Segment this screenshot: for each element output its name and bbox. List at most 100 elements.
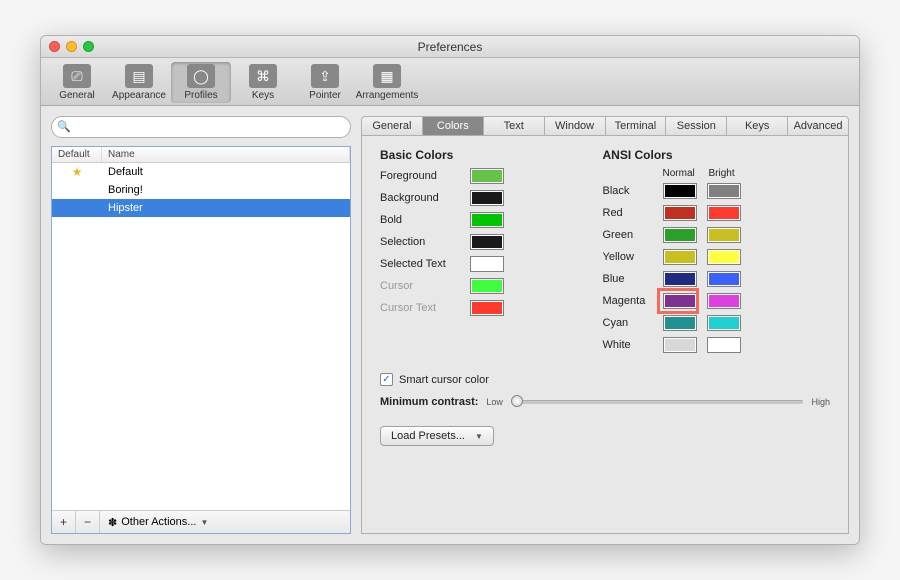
slider-thumb[interactable] [511,395,523,407]
tab-advanced[interactable]: Advanced [788,117,848,135]
add-profile-button[interactable]: + [52,511,76,533]
toolbar-keys[interactable]: ⌘Keys [233,62,293,103]
tab-session[interactable]: Session [666,117,727,135]
ansi-color-row: Green [603,227,831,243]
toolbar-label: Pointer [309,90,341,101]
profile-row[interactable]: ★Default [52,163,350,181]
toolbar-label: Profiles [184,90,217,101]
search-input[interactable] [51,116,351,138]
basic-color-label: Bold [380,214,470,226]
ansi-bright-swatch[interactable] [707,315,741,331]
toolbar-appearance[interactable]: ▤Appearance [109,62,169,103]
ansi-colors-title: ANSI Colors [603,148,831,162]
chevron-down-icon: ▼ [200,518,208,527]
toolbar-general[interactable]: ⎚ General [47,62,107,103]
ansi-color-label: Green [603,229,663,241]
basic-color-label: Background [380,192,470,204]
remove-profile-button[interactable]: − [76,511,100,533]
ansi-bright-swatch[interactable] [707,227,741,243]
settings-tabs: GeneralColorsTextWindowTerminalSessionKe… [361,116,849,136]
ansi-normal-swatch[interactable] [663,205,697,221]
ansi-bright-swatch[interactable] [707,271,741,287]
ansi-normal-swatch[interactable] [663,271,697,287]
profiles-icon: ◯ [187,64,215,88]
color-swatch[interactable] [470,278,504,294]
color-swatch[interactable] [470,256,504,272]
contrast-row: Minimum contrast: Low High [380,396,830,408]
color-swatch[interactable] [470,300,504,316]
profile-list-footer: + − ✽ Other Actions... ▼ [52,510,350,533]
contrast-high: High [811,397,830,407]
load-presets-row: Load Presets... ▼ [380,426,830,446]
toolbar-arrangements[interactable]: ▦Arrangements [357,62,417,103]
star-icon: ★ [72,165,83,179]
ansi-color-label: Black [603,185,663,197]
ansi-bright-swatch[interactable] [707,293,741,309]
basic-color-row: Cursor [380,278,573,294]
ansi-color-label: Yellow [603,251,663,263]
ansi-color-label: Magenta [603,295,663,307]
preferences-window: Preferences ⎚ General ▤Appearance ◯ Profiles… [40,35,860,545]
profile-row[interactable]: Boring! [52,181,350,199]
basic-colors-section: Basic Colors ForegroundBackgroundBoldSel… [380,148,573,359]
basic-color-label: Selection [380,236,470,248]
basic-color-row: Bold [380,212,573,228]
ansi-bright-label: Bright [709,168,755,179]
color-swatch[interactable] [470,168,504,184]
tab-colors[interactable]: Colors [423,117,484,135]
load-presets-button[interactable]: Load Presets... ▼ [380,426,494,446]
profile-name: Boring! [102,184,350,196]
smart-cursor-checkbox[interactable]: ✓ [380,373,393,386]
basic-color-label: Foreground [380,170,470,182]
ansi-colors-section: ANSI Colors Normal Bright BlackRedGreenY… [603,148,831,359]
col-default[interactable]: Default [52,147,102,162]
keys-icon: ⌘ [249,64,277,88]
window-title: Preferences [41,40,859,54]
color-swatch[interactable] [470,212,504,228]
basic-color-row: Selection [380,234,573,250]
toolbar-profiles[interactable]: ◯ Profiles [171,62,231,103]
ansi-normal-swatch[interactable] [663,315,697,331]
color-swatch[interactable] [470,234,504,250]
ansi-bright-swatch[interactable] [707,183,741,199]
ansi-bright-swatch[interactable] [707,249,741,265]
other-actions-dropdown[interactable]: ✽ Other Actions... ▼ [100,511,350,533]
basic-color-label: Cursor [380,280,470,292]
ansi-normal-swatch[interactable] [663,337,697,353]
ansi-normal-swatch[interactable] [663,249,697,265]
arrangements-icon: ▦ [373,64,401,88]
tab-text[interactable]: Text [484,117,545,135]
other-actions-label: Other Actions... [121,516,196,528]
appearance-icon: ▤ [125,64,153,88]
ansi-header: Normal Bright [603,168,831,179]
contrast-slider[interactable] [511,400,804,404]
basic-color-row: Foreground [380,168,573,184]
tab-window[interactable]: Window [545,117,606,135]
general-icon: ⎚ [63,64,91,88]
ansi-bright-swatch[interactable] [707,205,741,221]
profile-row[interactable]: Hipster [52,199,350,217]
ansi-normal-swatch[interactable] [663,227,697,243]
body: 🔍 Default Name ★DefaultBoring!Hipster + … [41,106,859,544]
ansi-normal-swatch[interactable] [663,183,697,199]
load-presets-label: Load Presets... [391,430,465,442]
smart-cursor-label: Smart cursor color [399,374,489,386]
profile-list-header: Default Name [52,147,350,163]
ansi-color-label: Blue [603,273,663,285]
main-toolbar: ⎚ General ▤Appearance ◯ Profiles ⌘Keys⇪Pointe… [41,58,859,106]
toolbar-pointer[interactable]: ⇪Pointer [295,62,355,103]
tab-general[interactable]: General [362,117,423,135]
profile-rows: ★Default Boring! Hipster [52,163,350,510]
profile-list: Default Name ★DefaultBoring!Hipster + − … [51,146,351,534]
profile-search: 🔍 [51,116,351,138]
profile-default-star: ★ [52,165,102,179]
tab-terminal[interactable]: Terminal [606,117,667,135]
ansi-bright-swatch[interactable] [707,337,741,353]
tab-keys[interactable]: Keys [727,117,788,135]
color-swatch[interactable] [470,190,504,206]
gear-icon: ✽ [108,516,117,529]
titlebar: Preferences [41,36,859,58]
ansi-color-label: Cyan [603,317,663,329]
toolbar-label: General [59,90,95,101]
col-name[interactable]: Name [102,147,350,162]
